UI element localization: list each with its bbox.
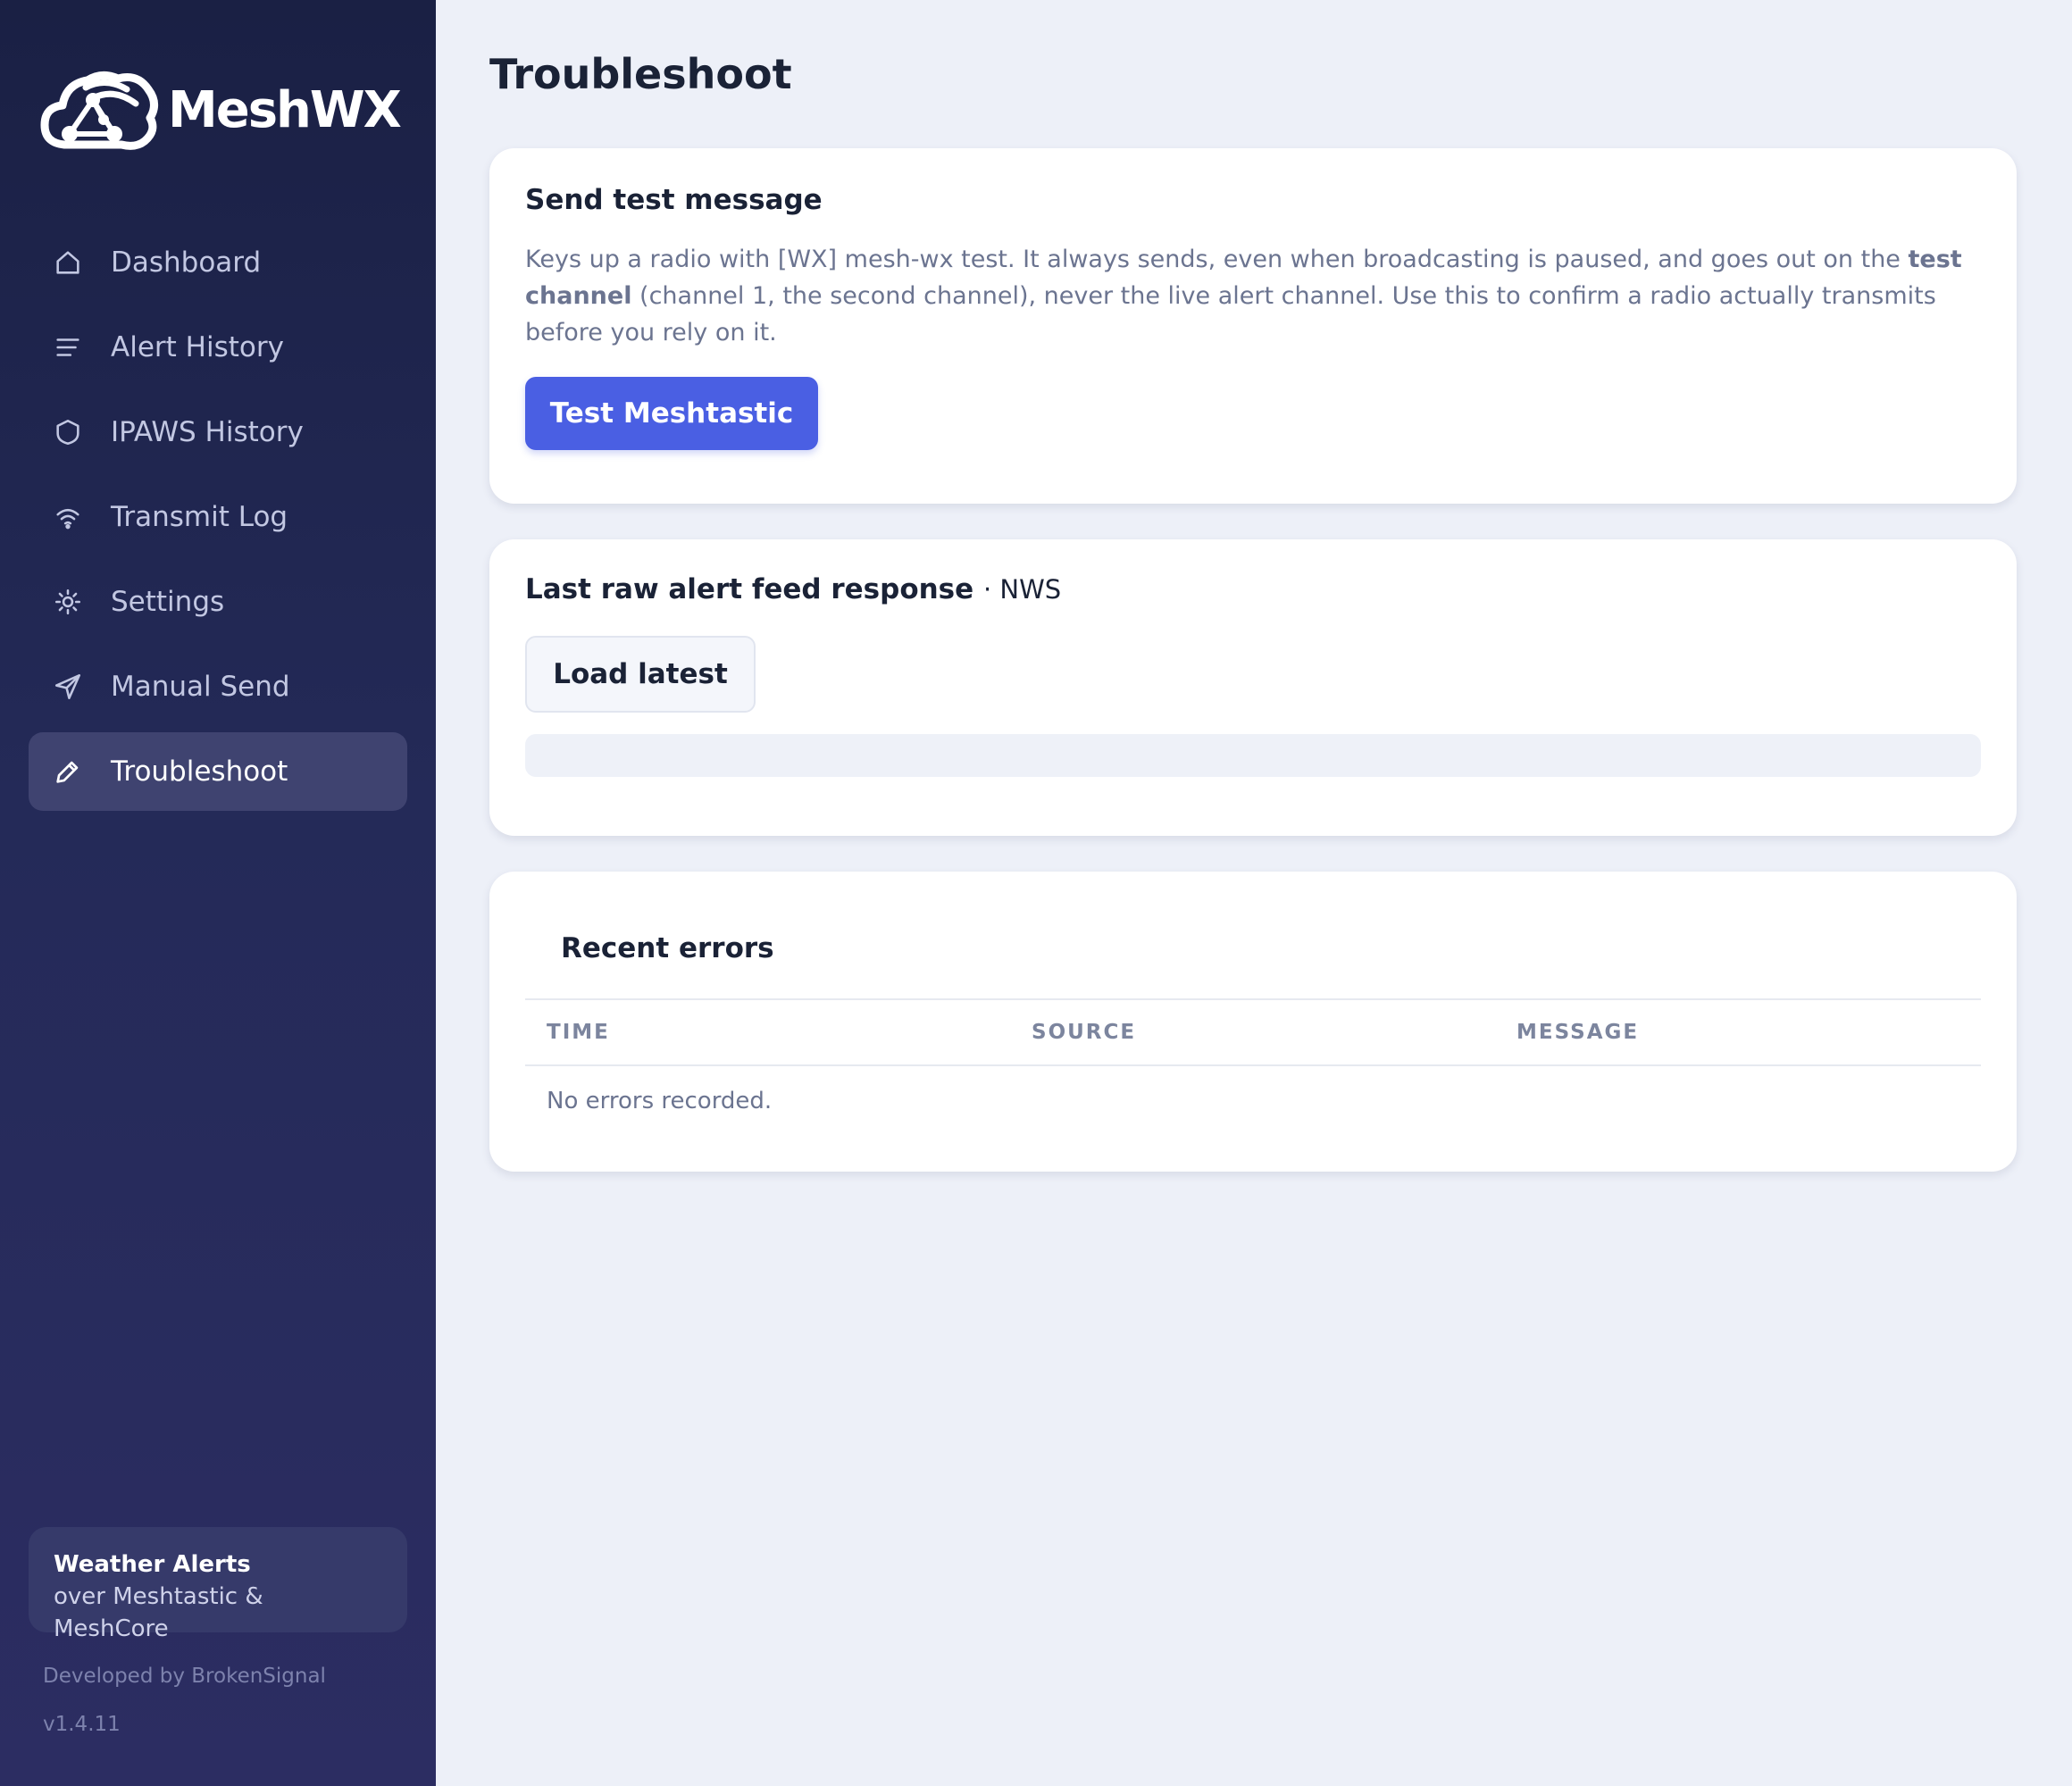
- sidebar: MeshWX Dashboard Alert History IPAWS His…: [0, 0, 436, 1786]
- raw-feed-card: Last raw alert feed response · NWS Load …: [489, 539, 2017, 836]
- test-description: Keys up a radio with [WX] mesh-wx test. …: [525, 246, 1962, 346]
- test-meshtastic-button[interactable]: Test Meshtastic: [525, 377, 818, 450]
- main-content: Troubleshoot Send test message Keys up a…: [436, 0, 2072, 1786]
- pencil-icon: [52, 755, 84, 788]
- sidebar-item-label: Dashboard: [111, 246, 262, 279]
- wifi-icon: [52, 501, 84, 533]
- promo-title: Weather Alerts: [54, 1551, 251, 1578]
- sidebar-item-settings[interactable]: Settings: [29, 563, 407, 641]
- sidebar-item-ipaws-history[interactable]: IPAWS History: [29, 393, 407, 472]
- gear-icon: [52, 586, 84, 618]
- promo-subtitle: over Meshtastic & MeshCore: [54, 1583, 263, 1642]
- sidebar-item-label: Transmit Log: [111, 501, 288, 533]
- list-icon: [52, 331, 84, 363]
- load-latest-button[interactable]: Load latest: [525, 636, 756, 713]
- logo[interactable]: MeshWX: [39, 68, 402, 152]
- page-title: Troubleshoot: [489, 50, 792, 98]
- sidebar-item-label: Manual Send: [111, 671, 290, 703]
- developer-credit: Developed by BrokenSignal: [43, 1665, 326, 1688]
- table-header: TIME SOURCE MESSAGE: [525, 998, 1981, 1066]
- sidebar-item-transmit-log[interactable]: Transmit Log: [29, 478, 407, 556]
- sidebar-item-label: Alert History: [111, 331, 284, 363]
- sidebar-item-dashboard[interactable]: Dashboard: [29, 223, 407, 302]
- send-icon: [52, 671, 84, 703]
- sidebar-item-label: Settings: [111, 586, 225, 618]
- column-header-message: MESSAGE: [1516, 1021, 1640, 1044]
- home-icon: [52, 246, 84, 279]
- cloud-mesh-logo-icon: [40, 71, 158, 150]
- card-title: Recent errors: [561, 932, 774, 964]
- sidebar-item-troubleshoot[interactable]: Troubleshoot: [29, 732, 407, 811]
- promo-card: Weather Alerts over Meshtastic & MeshCor…: [29, 1527, 407, 1642]
- app-name: MeshWX: [168, 80, 402, 139]
- version-label: v1.4.11: [43, 1713, 121, 1736]
- sidebar-item-manual-send[interactable]: Manual Send: [29, 647, 407, 726]
- sidebar-item-label: IPAWS History: [111, 416, 304, 448]
- send-test-card: Send test message Keys up a radio with […: [489, 148, 2017, 504]
- sidebar-nav: Dashboard Alert History IPAWS History Tr…: [29, 223, 407, 817]
- card-title: Last raw alert feed response · NWS: [525, 573, 1062, 605]
- recent-errors-card: Recent errors TIME SOURCE MESSAGE No err…: [489, 872, 2017, 1172]
- feed-source-label: · NWS: [982, 574, 1062, 605]
- sidebar-item-label: Troubleshoot: [111, 755, 288, 788]
- empty-state-text: No errors recorded.: [547, 1088, 773, 1114]
- errors-table: TIME SOURCE MESSAGE No errors recorded.: [525, 998, 1981, 1114]
- shield-icon: [52, 416, 84, 448]
- raw-feed-output: [525, 734, 1981, 777]
- card-title: Send test message: [525, 184, 823, 216]
- column-header-time: TIME: [547, 1021, 610, 1044]
- sidebar-item-alert-history[interactable]: Alert History: [29, 308, 407, 387]
- column-header-source: SOURCE: [1032, 1021, 1137, 1044]
